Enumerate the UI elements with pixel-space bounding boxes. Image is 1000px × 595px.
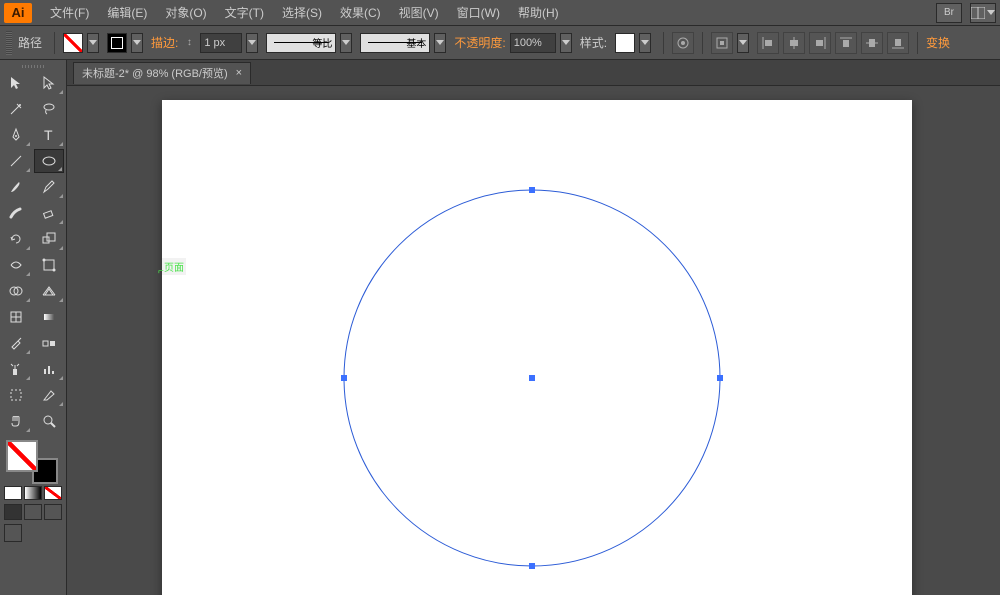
svg-text:T: T [44,127,53,143]
stroke-label[interactable]: 描边: [151,34,178,51]
selection-label: 路径 [18,34,42,51]
transform-link[interactable]: 变换 [926,34,950,51]
gradient-mode-button[interactable] [24,486,42,500]
paintbrush-tool[interactable] [1,175,31,199]
brush-label: 基本 [406,35,426,50]
panel-grip-icon[interactable] [0,62,66,70]
color-mode-button[interactable] [4,486,22,500]
fill-swatch[interactable] [63,33,83,53]
stroke-stepper[interactable]: ↕ [182,33,196,53]
style-label: 样式: [580,34,607,51]
mesh-tool[interactable] [1,305,31,329]
menu-select[interactable]: 选择(S) [274,0,330,25]
menu-object[interactable]: 对象(O) [157,0,214,25]
menu-help[interactable]: 帮助(H) [510,0,567,25]
profile-label: 等比 [312,35,332,50]
eraser-tool[interactable] [34,201,64,225]
opacity-field[interactable]: 100% [510,33,556,53]
align-vcenter-button[interactable] [861,32,883,54]
hand-tool[interactable] [1,409,31,433]
gradient-tool[interactable] [34,305,64,329]
canvas-area[interactable]: ⌐ 页面 [67,86,1000,595]
none-mode-button[interactable] [44,486,62,500]
free-transform-tool[interactable] [34,253,64,277]
blend-tool[interactable] [34,331,64,355]
menu-window[interactable]: 窗口(W) [449,0,508,25]
pencil-tool[interactable] [34,175,64,199]
pen-tool[interactable] [1,123,31,147]
align-right-button[interactable] [809,32,831,54]
align-bottom-button[interactable] [887,32,909,54]
magic-wand-tool[interactable] [1,97,31,121]
fill-stroke-control[interactable] [4,440,64,484]
app-icon: Ai [4,3,32,23]
selection-tool[interactable] [1,71,31,95]
symbol-sprayer-tool[interactable] [1,357,31,381]
ellipse-tool[interactable] [34,149,64,173]
brush-preview[interactable]: 基本 [360,33,430,53]
stroke-swatch[interactable] [107,33,127,53]
menu-effect[interactable]: 效果(C) [332,0,389,25]
type-tool[interactable]: T [34,123,64,147]
scale-tool[interactable] [34,227,64,251]
opacity-label[interactable]: 不透明度: [454,34,505,51]
menu-file[interactable]: 文件(F) [42,0,97,25]
bridge-button[interactable]: Br [936,3,962,23]
screen-mode-button[interactable] [4,524,22,542]
artboard-tool[interactable] [1,383,31,407]
close-tab-button[interactable]: × [236,67,242,79]
align-button[interactable] [711,32,733,54]
draw-normal-button[interactable] [4,504,22,520]
page-label: 页面 [162,258,186,275]
stroke-dropdown[interactable] [131,33,143,53]
menu-edit[interactable]: 编辑(E) [99,0,155,25]
menu-type[interactable]: 文字(T) [217,0,272,25]
line-tool[interactable] [1,149,31,173]
direct-selection-tool[interactable] [34,71,64,95]
slice-tool[interactable] [34,383,64,407]
document-tab[interactable]: 未标题-2* @ 98% (RGB/预览) × [73,62,251,84]
align-left-button[interactable] [757,32,779,54]
profile-dropdown[interactable] [340,33,352,53]
stroke-width-field[interactable]: 1 px [200,33,242,53]
style-dropdown[interactable] [639,33,651,53]
selected-ellipse[interactable] [342,188,722,568]
style-swatch[interactable] [615,33,635,53]
document-area: 未标题-2* @ 98% (RGB/预览) × ⌐ 页面 [67,60,1000,595]
draw-inside-button[interactable] [44,504,62,520]
blob-brush-tool[interactable] [1,201,31,225]
shape-builder-tool[interactable] [1,279,31,303]
align-dropdown[interactable] [737,33,749,53]
tab-bar: 未标题-2* @ 98% (RGB/预览) × [67,60,1000,86]
eyedropper-tool[interactable] [1,331,31,355]
menu-bar: Ai 文件(F) 编辑(E) 对象(O) 文字(T) 选择(S) 效果(C) 视… [0,0,1000,26]
tab-title: 未标题-2* @ 98% (RGB/预览) [82,65,228,81]
recolor-button[interactable] [672,32,694,54]
grip-icon [6,31,12,55]
width-tool[interactable] [1,253,31,277]
draw-behind-button[interactable] [24,504,42,520]
align-top-button[interactable] [835,32,857,54]
stroke-width-dropdown[interactable] [246,33,258,53]
rotate-tool[interactable] [1,227,31,251]
perspective-grid-tool[interactable] [34,279,64,303]
opacity-dropdown[interactable] [560,33,572,53]
profile-preview[interactable]: 等比 [266,33,336,53]
column-graph-tool[interactable] [34,357,64,381]
zoom-tool[interactable] [34,409,64,433]
tool-panel: T [0,60,67,595]
arrange-docs-button[interactable] [970,3,996,23]
brush-dropdown[interactable] [434,33,446,53]
align-hcenter-button[interactable] [783,32,805,54]
fill-dropdown[interactable] [87,33,99,53]
options-bar: 路径 描边: ↕ 1 px 等比 基本 不透明度: 100% 样式: 变换 [0,26,1000,60]
lasso-tool[interactable] [34,97,64,121]
fill-color-swatch[interactable] [6,440,38,472]
menu-view[interactable]: 视图(V) [391,0,447,25]
